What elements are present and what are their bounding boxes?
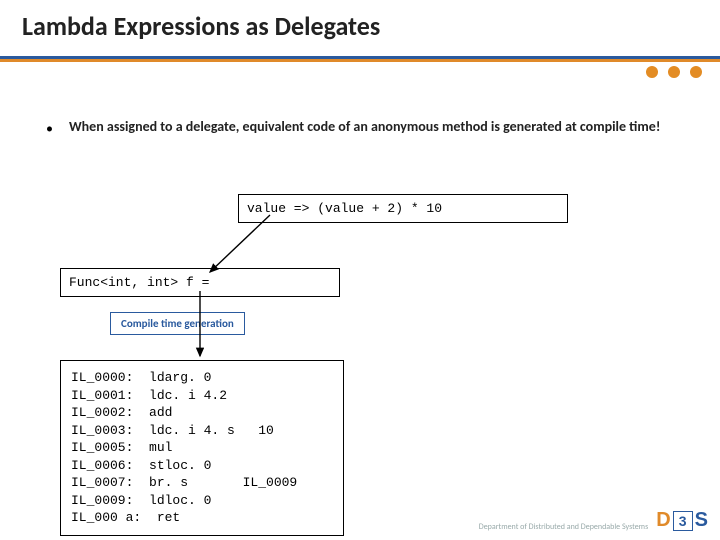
dot-icon	[646, 66, 658, 78]
bullet-text: When assigned to a delegate, equivalent …	[69, 118, 660, 137]
compile-time-label: Compile time generation	[110, 312, 245, 335]
il-code-box: IL_0000: ldarg. 0 IL_0001: ldc. i 4.2 IL…	[60, 360, 344, 536]
logo-box-icon: 3	[673, 511, 693, 531]
footer: Department of Distributed and Dependable…	[479, 509, 708, 532]
header-rule-orange	[0, 59, 720, 62]
bullet-item: • When assigned to a delegate, equivalen…	[46, 118, 666, 138]
logo-letter-d: D	[656, 509, 670, 532]
logo-letter-s: S	[695, 509, 708, 532]
bullet-marker-icon: •	[46, 118, 53, 138]
slide-title: Lambda Expressions as Delegates	[22, 10, 380, 42]
dot-icon	[668, 66, 680, 78]
lambda-code-box: value => (value + 2) * 10	[238, 194, 568, 223]
dot-icon	[690, 66, 702, 78]
slide: Lambda Expressions as Delegates • When a…	[0, 0, 720, 540]
footer-department-text: Department of Distributed and Dependable…	[479, 523, 648, 532]
logo-digit-3: 3	[679, 513, 687, 529]
d3s-logo: D 3 S	[656, 509, 708, 532]
delegate-code-box: Func<int, int> f =	[60, 268, 340, 297]
header-rule	[0, 56, 720, 62]
decorative-dots	[646, 66, 702, 78]
